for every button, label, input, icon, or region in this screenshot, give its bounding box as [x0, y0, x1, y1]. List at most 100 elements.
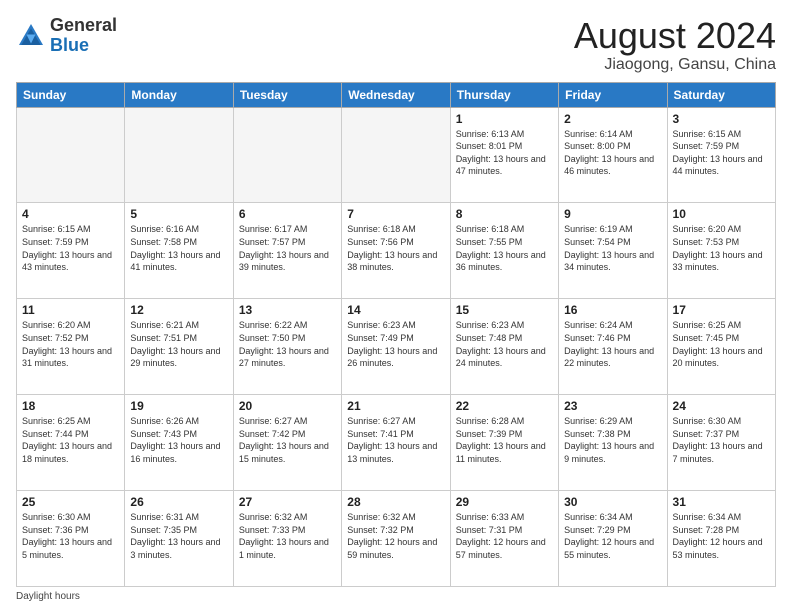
day-info: Sunrise: 6:25 AM Sunset: 7:45 PM Dayligh…: [673, 319, 770, 369]
day-info: Sunrise: 6:34 AM Sunset: 7:28 PM Dayligh…: [673, 511, 770, 561]
table-row: 25 Sunrise: 6:30 AM Sunset: 7:36 PM Dayli…: [17, 491, 125, 587]
table-row: 23 Sunrise: 6:29 AM Sunset: 7:38 PM Dayli…: [559, 395, 667, 491]
day-info: Sunrise: 6:20 AM Sunset: 7:52 PM Dayligh…: [22, 319, 119, 369]
table-row: 5Sunrise: 6:16 AM Sunset: 7:58 PM Daylig…: [125, 203, 233, 299]
day-info: Sunrise: 6:27 AM Sunset: 7:41 PM Dayligh…: [347, 415, 444, 465]
day-info: Sunrise: 6:30 AM Sunset: 7:36 PM Dayligh…: [22, 511, 119, 561]
table-row: 26Sunrise: 6:31 AM Sunset: 7:35 PM Dayli…: [125, 491, 233, 587]
day-number: 14: [347, 303, 444, 317]
table-row: [342, 107, 450, 203]
table-row: 19Sunrise: 6:26 AM Sunset: 7:43 PM Dayli…: [125, 395, 233, 491]
table-row: [233, 107, 341, 203]
table-row: 4 Sunrise: 6:15 AM Sunset: 7:59 PM Daylig…: [17, 203, 125, 299]
day-number: 18: [22, 399, 119, 413]
calendar-week-row: 11 Sunrise: 6:20 AM Sunset: 7:52 PM Dayli…: [17, 299, 776, 395]
col-wednesday: Wednesday: [342, 82, 450, 107]
day-info: Sunrise: 6:15 AM Sunset: 7:59 PM Dayligh…: [673, 128, 770, 178]
day-info: Sunrise: 6:26 AM Sunset: 7:43 PM Dayligh…: [130, 415, 227, 465]
table-row: 7 Sunrise: 6:18 AM Sunset: 7:56 PM Daylig…: [342, 203, 450, 299]
table-row: 18Sunrise: 6:25 AM Sunset: 7:44 PM Dayli…: [17, 395, 125, 491]
day-number: 12: [130, 303, 227, 317]
table-row: 11 Sunrise: 6:20 AM Sunset: 7:52 PM Dayli…: [17, 299, 125, 395]
day-number: 17: [673, 303, 770, 317]
day-info: Sunrise: 6:20 AM Sunset: 7:53 PM Dayligh…: [673, 223, 770, 273]
day-info: Sunrise: 6:21 AM Sunset: 7:51 PM Dayligh…: [130, 319, 227, 369]
day-info: Sunrise: 6:30 AM Sunset: 7:37 PM Dayligh…: [673, 415, 770, 465]
table-row: 20 Sunrise: 6:27 AM Sunset: 7:42 PM Dayli…: [233, 395, 341, 491]
day-number: 1: [456, 112, 553, 126]
day-number: 22: [456, 399, 553, 413]
header: General Blue August 2024 Jiaogong, Gansu…: [16, 16, 776, 74]
day-number: 6: [239, 207, 336, 221]
table-row: 1 Sunrise: 6:13 AM Sunset: 8:01 PM Daylig…: [450, 107, 558, 203]
footer-note: Daylight hours: [16, 591, 776, 602]
calendar-header-row: Sunday Monday Tuesday Wednesday Thursday…: [17, 82, 776, 107]
logo-icon: [16, 21, 46, 51]
day-number: 5: [130, 207, 227, 221]
page: General Blue August 2024 Jiaogong, Gansu…: [0, 0, 792, 612]
day-info: Sunrise: 6:23 AM Sunset: 7:49 PM Dayligh…: [347, 319, 444, 369]
table-row: 9 Sunrise: 6:19 AM Sunset: 7:54 PM Daylig…: [559, 203, 667, 299]
title-block: August 2024 Jiaogong, Gansu, China: [574, 16, 776, 74]
table-row: 13Sunrise: 6:22 AM Sunset: 7:50 PM Dayli…: [233, 299, 341, 395]
day-number: 4: [22, 207, 119, 221]
calendar-week-row: 4 Sunrise: 6:15 AM Sunset: 7:59 PM Daylig…: [17, 203, 776, 299]
day-info: Sunrise: 6:32 AM Sunset: 7:32 PM Dayligh…: [347, 511, 444, 561]
day-number: 8: [456, 207, 553, 221]
day-info: Sunrise: 6:23 AM Sunset: 7:48 PM Dayligh…: [456, 319, 553, 369]
day-info: Sunrise: 6:14 AM Sunset: 8:00 PM Dayligh…: [564, 128, 661, 178]
logo-general-text: General: [50, 15, 117, 35]
day-number: 16: [564, 303, 661, 317]
table-row: 30 Sunrise: 6:34 AM Sunset: 7:29 PM Dayli…: [559, 491, 667, 587]
day-info: Sunrise: 6:32 AM Sunset: 7:33 PM Dayligh…: [239, 511, 336, 561]
day-number: 9: [564, 207, 661, 221]
day-number: 7: [347, 207, 444, 221]
table-row: 15 Sunrise: 6:23 AM Sunset: 7:48 PM Dayli…: [450, 299, 558, 395]
day-info: Sunrise: 6:18 AM Sunset: 7:56 PM Dayligh…: [347, 223, 444, 273]
day-info: Sunrise: 6:29 AM Sunset: 7:38 PM Dayligh…: [564, 415, 661, 465]
day-number: 2: [564, 112, 661, 126]
day-number: 28: [347, 495, 444, 509]
col-saturday: Saturday: [667, 82, 775, 107]
day-number: 23: [564, 399, 661, 413]
day-number: 15: [456, 303, 553, 317]
day-info: Sunrise: 6:17 AM Sunset: 7:57 PM Dayligh…: [239, 223, 336, 273]
day-info: Sunrise: 6:18 AM Sunset: 7:55 PM Dayligh…: [456, 223, 553, 273]
day-number: 26: [130, 495, 227, 509]
day-number: 29: [456, 495, 553, 509]
table-row: 27Sunrise: 6:32 AM Sunset: 7:33 PM Dayli…: [233, 491, 341, 587]
table-row: 14 Sunrise: 6:23 AM Sunset: 7:49 PM Dayli…: [342, 299, 450, 395]
day-info: Sunrise: 6:28 AM Sunset: 7:39 PM Dayligh…: [456, 415, 553, 465]
day-number: 30: [564, 495, 661, 509]
table-row: 22 Sunrise: 6:28 AM Sunset: 7:39 PM Dayli…: [450, 395, 558, 491]
calendar-table: Sunday Monday Tuesday Wednesday Thursday…: [16, 82, 776, 587]
table-row: 31 Sunrise: 6:34 AM Sunset: 7:28 PM Dayli…: [667, 491, 775, 587]
day-number: 3: [673, 112, 770, 126]
col-monday: Monday: [125, 82, 233, 107]
day-number: 11: [22, 303, 119, 317]
table-row: 12 Sunrise: 6:21 AM Sunset: 7:51 PM Dayli…: [125, 299, 233, 395]
table-row: 6 Sunrise: 6:17 AM Sunset: 7:57 PM Daylig…: [233, 203, 341, 299]
logo: General Blue: [16, 16, 117, 56]
day-info: Sunrise: 6:34 AM Sunset: 7:29 PM Dayligh…: [564, 511, 661, 561]
calendar-week-row: 25 Sunrise: 6:30 AM Sunset: 7:36 PM Dayli…: [17, 491, 776, 587]
table-row: 17 Sunrise: 6:25 AM Sunset: 7:45 PM Dayli…: [667, 299, 775, 395]
day-number: 24: [673, 399, 770, 413]
day-number: 31: [673, 495, 770, 509]
day-number: 10: [673, 207, 770, 221]
day-info: Sunrise: 6:24 AM Sunset: 7:46 PM Dayligh…: [564, 319, 661, 369]
calendar-week-row: 1 Sunrise: 6:13 AM Sunset: 8:01 PM Daylig…: [17, 107, 776, 203]
table-row: 3 Sunrise: 6:15 AM Sunset: 7:59 PM Daylig…: [667, 107, 775, 203]
col-thursday: Thursday: [450, 82, 558, 107]
day-info: Sunrise: 6:27 AM Sunset: 7:42 PM Dayligh…: [239, 415, 336, 465]
day-number: 25: [22, 495, 119, 509]
calendar-week-row: 18Sunrise: 6:25 AM Sunset: 7:44 PM Dayli…: [17, 395, 776, 491]
day-number: 20: [239, 399, 336, 413]
table-row: 24 Sunrise: 6:30 AM Sunset: 7:37 PM Dayli…: [667, 395, 775, 491]
col-sunday: Sunday: [17, 82, 125, 107]
day-info: Sunrise: 6:19 AM Sunset: 7:54 PM Dayligh…: [564, 223, 661, 273]
day-info: Sunrise: 6:13 AM Sunset: 8:01 PM Dayligh…: [456, 128, 553, 178]
day-info: Sunrise: 6:33 AM Sunset: 7:31 PM Dayligh…: [456, 511, 553, 561]
day-info: Sunrise: 6:15 AM Sunset: 7:59 PM Dayligh…: [22, 223, 119, 273]
table-row: 29 Sunrise: 6:33 AM Sunset: 7:31 PM Dayli…: [450, 491, 558, 587]
